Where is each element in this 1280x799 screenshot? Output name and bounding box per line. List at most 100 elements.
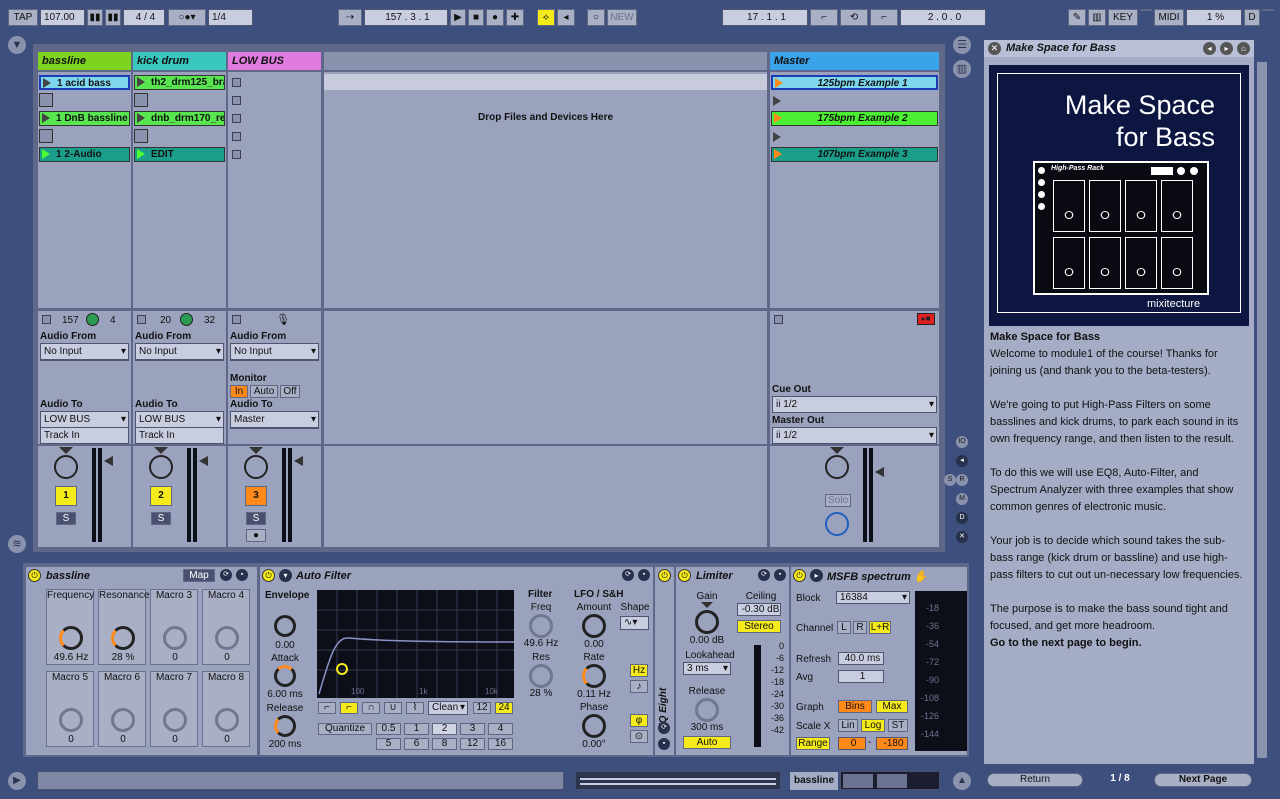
scene-launch-icon[interactable]	[775, 78, 783, 88]
mixer-toggle-icon[interactable]: M	[956, 493, 968, 505]
input-channel-select[interactable]	[230, 359, 319, 361]
track-header-master[interactable]: Master	[770, 52, 939, 70]
map-button[interactable]: Map	[183, 569, 215, 582]
audio-to-select[interactable]: LOW BUS ▾	[40, 411, 129, 428]
detail-view-toggle-icon[interactable]: ▲	[953, 772, 971, 790]
midi-map-button[interactable]: MIDI	[1154, 9, 1184, 26]
filter-response-graph[interactable]: 100 1k 10k	[317, 590, 514, 698]
loop-start-field[interactable]: 17 . 1 . 1	[722, 9, 808, 26]
sends-toggle-icon[interactable]: ◂	[956, 455, 968, 467]
macro-frequency[interactable]: Frequency 49.6 Hz	[46, 589, 94, 665]
arm-button[interactable]: ●	[246, 529, 266, 542]
scene-launch-icon[interactable]	[773, 132, 781, 142]
lfo-rate-knob[interactable]	[582, 664, 606, 688]
quantize-button[interactable]: Quantize	[318, 723, 372, 735]
clip-stop-slot[interactable]	[134, 129, 148, 143]
lfo-hz-button[interactable]: Hz	[630, 664, 648, 677]
spin-mode-button[interactable]: ⊙	[630, 730, 648, 743]
returns-toggle-icon[interactable]: R	[956, 474, 968, 486]
tap-button[interactable]: TAP	[8, 9, 38, 26]
channel-r-button[interactable]: R	[853, 621, 867, 634]
spectrum-display[interactable]: -18 -36 -54 -72 -90 -108 -126 -144	[915, 591, 967, 751]
session-record-button[interactable]: ○	[587, 9, 605, 26]
close-icon[interactable]: ✕	[988, 42, 1001, 55]
io-toggle-icon[interactable]: IO	[956, 436, 968, 448]
pan-knob[interactable]	[244, 455, 268, 479]
avg-field[interactable]: 1	[838, 670, 884, 683]
auto-release-button[interactable]: Auto	[683, 736, 731, 749]
macro-7[interactable]: Macro 70	[150, 671, 198, 747]
follow-button[interactable]: ⇢	[338, 9, 362, 26]
device-activator-icon[interactable]: ⏻	[678, 569, 691, 582]
bandpass-button[interactable]: ∩	[362, 702, 380, 714]
key-map-button[interactable]: KEY	[1108, 9, 1138, 26]
nudge-up-button[interactable]: ▮▮	[105, 9, 121, 26]
clip-stop-slot[interactable]	[232, 96, 241, 105]
clip-stop-slot[interactable]	[39, 129, 53, 143]
stop-all-clips-button[interactable]	[774, 315, 783, 324]
input-channel-select[interactable]	[40, 359, 129, 361]
metronome-button[interactable]: ○●▾	[168, 9, 206, 26]
clip-play-icon[interactable]	[137, 77, 145, 87]
refresh-field[interactable]: 40.0 ms	[838, 652, 884, 665]
quantize-value-button[interactable]: 8	[432, 738, 457, 750]
device-activator-icon[interactable]: ⏻	[658, 569, 671, 582]
stop-button[interactable]: ■	[468, 9, 484, 26]
release-knob[interactable]	[274, 715, 296, 737]
lfo-shape-select[interactable]: ∿▾	[620, 616, 649, 630]
device-activator-icon[interactable]: ⏻	[793, 569, 806, 582]
hide-browser-icon[interactable]: ▼	[8, 36, 26, 54]
clip-2-audio[interactable]: 1 2-Audio	[39, 147, 130, 162]
computer-keyboard-button[interactable]: ▥	[1088, 9, 1106, 26]
device-chain-overview[interactable]	[840, 771, 940, 790]
delay-toggle-icon[interactable]: D	[956, 512, 968, 524]
macro-3[interactable]: Macro 30	[150, 589, 198, 665]
channel-l-button[interactable]: L	[837, 621, 851, 634]
range-high-field[interactable]: -180	[876, 737, 908, 750]
macro-8[interactable]: Macro 80	[202, 671, 250, 747]
clip-stop-slot[interactable]	[232, 78, 241, 87]
slope-24-button[interactable]: 24	[495, 702, 513, 714]
clip-th2-drm125[interactable]: th2_drm125_bra	[134, 75, 225, 90]
loop-button[interactable]: ⟲	[840, 9, 868, 26]
scene-launch-icon[interactable]	[774, 149, 782, 159]
crossfader-toggle-icon[interactable]: ✕	[956, 531, 968, 543]
device-fold-icon[interactable]: ▾	[279, 569, 292, 582]
device-activator-icon[interactable]: ⏻	[262, 569, 275, 582]
track-activator-button[interactable]: 1	[55, 486, 77, 506]
graph-bins-button[interactable]: Bins	[838, 700, 872, 713]
range-low-field[interactable]: 0	[838, 737, 866, 750]
volume-fader-handle[interactable]	[875, 467, 884, 477]
quantize-value-button[interactable]: 0.5	[376, 723, 401, 735]
cue-volume-knob[interactable]	[825, 512, 849, 536]
macro-resonance[interactable]: Resonance 28 %	[98, 589, 150, 665]
returns-toggle-icon[interactable]: S	[944, 474, 956, 486]
graph-max-button[interactable]: Max	[876, 700, 908, 713]
scene-1[interactable]: 125bpm Example 1	[771, 75, 938, 90]
stop-clips-button[interactable]	[42, 315, 51, 324]
save-preset-icon[interactable]: ▪	[658, 738, 670, 750]
tempo-field[interactable]: 107.00	[40, 9, 85, 26]
back-to-arrangement-button[interactable]: ◂	[557, 9, 575, 26]
automation-arm-button[interactable]: ⟡	[537, 9, 555, 26]
clip-stop-slot[interactable]	[232, 132, 241, 141]
scene-2[interactable]: 175bpm Example 2	[771, 111, 938, 126]
scale-st-button[interactable]: ST	[888, 719, 908, 732]
clip-stop-slot[interactable]	[232, 114, 241, 123]
master-out-select[interactable]: ii 1/2 ▾	[772, 427, 937, 444]
attack-knob[interactable]	[274, 665, 296, 687]
pan-knob[interactable]	[149, 455, 173, 479]
overview-bar[interactable]	[575, 771, 781, 790]
save-preset-icon[interactable]: ▪	[638, 569, 650, 581]
clip-playing-icon[interactable]	[137, 149, 145, 159]
session-view-icon[interactable]: ☰	[953, 36, 971, 54]
device-activator-icon[interactable]: ⏻	[28, 569, 41, 582]
scale-log-button[interactable]: Log	[861, 719, 885, 732]
morph-button[interactable]: ⌇	[406, 702, 424, 714]
solo-button[interactable]: S	[151, 512, 171, 525]
volume-fader-handle[interactable]	[294, 456, 303, 466]
info-scrollbar[interactable]	[1257, 62, 1267, 758]
device-fold-icon[interactable]: ▸	[810, 569, 823, 582]
info-view-toggle-icon[interactable]: ▶	[8, 772, 26, 790]
channel-lr-button[interactable]: L+R	[869, 621, 891, 634]
